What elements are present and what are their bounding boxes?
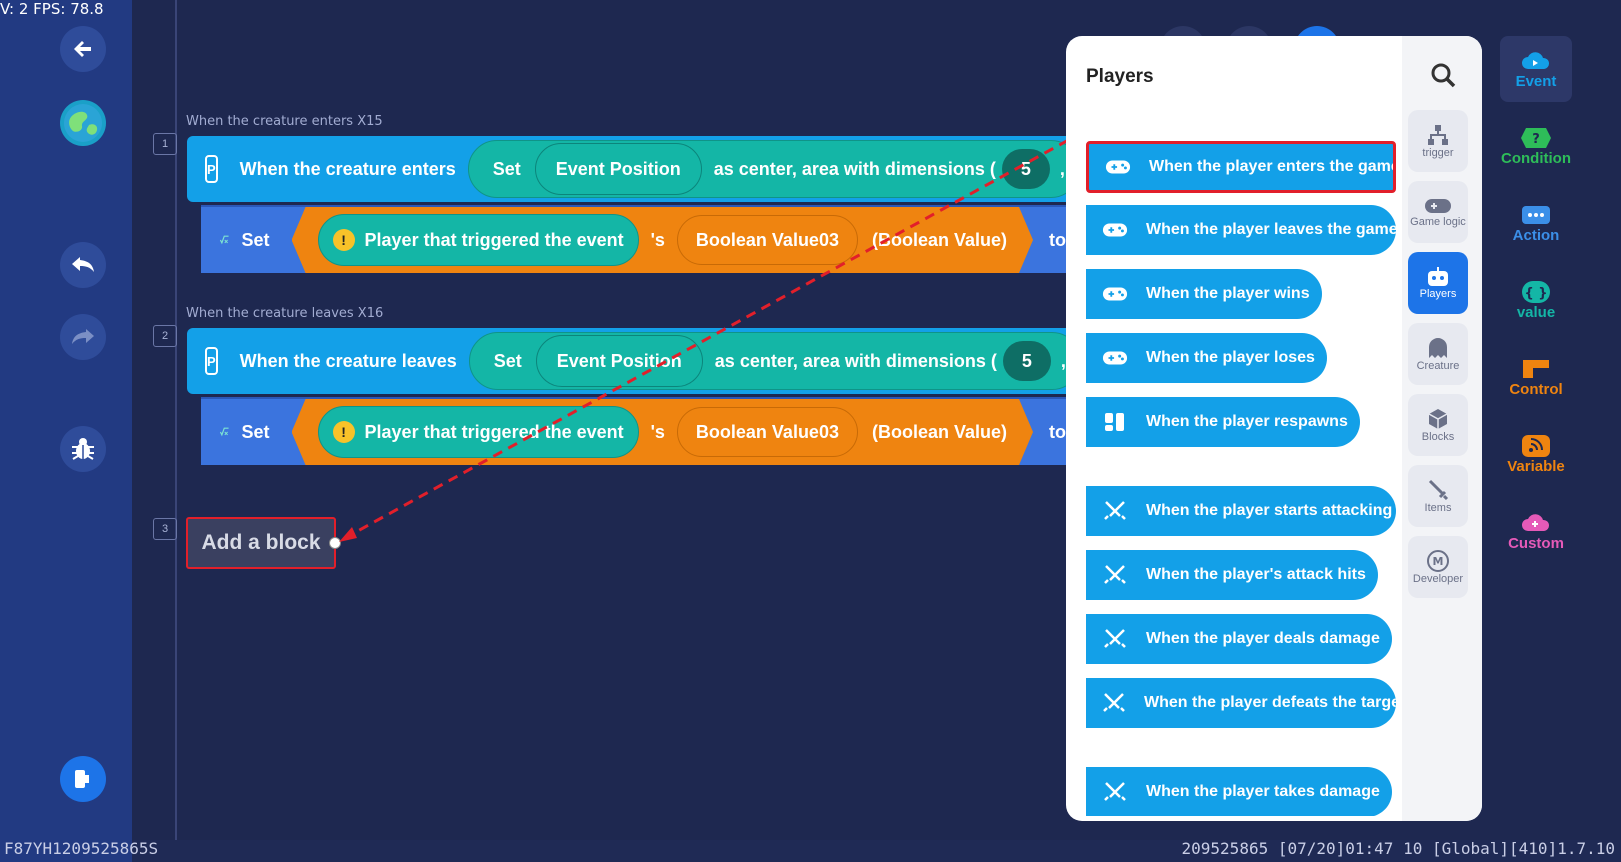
robot-icon bbox=[1428, 267, 1448, 286]
list-item[interactable]: When the player respawns bbox=[1086, 397, 1360, 447]
swords-icon bbox=[1104, 782, 1126, 801]
hierarchy-icon bbox=[1428, 125, 1448, 145]
gamepad-icon bbox=[1105, 160, 1131, 174]
list-item[interactable]: When the player loses bbox=[1086, 333, 1327, 383]
gamepad-icon bbox=[1102, 223, 1128, 237]
category-value[interactable]: { } value bbox=[1500, 267, 1572, 333]
search-icon[interactable] bbox=[1430, 62, 1456, 88]
subcat-developer[interactable]: M Developer bbox=[1408, 536, 1468, 598]
list-item[interactable]: When the player leaves the game bbox=[1086, 205, 1396, 255]
category-variable[interactable]: Variable bbox=[1500, 421, 1572, 487]
subcat-blocks[interactable]: Blocks bbox=[1408, 394, 1468, 456]
ghost-icon bbox=[1429, 338, 1447, 358]
developer-icon: M bbox=[1427, 550, 1449, 572]
swords-icon bbox=[1104, 501, 1126, 520]
subcat-trigger[interactable]: trigger bbox=[1408, 110, 1468, 172]
sub-category-rail: trigger Game logic Players Creature Bloc… bbox=[1402, 36, 1482, 821]
category-action[interactable]: Action bbox=[1500, 190, 1572, 256]
subcat-players[interactable]: Players bbox=[1408, 252, 1468, 314]
event-cloud-icon bbox=[1522, 51, 1550, 69]
subcat-game-logic[interactable]: Game logic bbox=[1408, 181, 1468, 243]
player-event-list[interactable]: When the player enters the game When the… bbox=[1086, 104, 1396, 816]
gamepad-icon bbox=[1425, 199, 1451, 213]
subcat-creature[interactable]: Creature bbox=[1408, 323, 1468, 385]
gamepad-icon bbox=[1102, 287, 1128, 301]
list-item[interactable]: When the player defeats the target bbox=[1086, 678, 1396, 728]
list-item[interactable]: When the player's attack hits bbox=[1086, 550, 1378, 600]
gamepad-icon bbox=[1102, 351, 1128, 365]
sword-icon bbox=[1428, 479, 1449, 501]
list-item[interactable]: When the player takes damage bbox=[1086, 767, 1392, 816]
build-info: 209525865 [07/20]01:47 10 [Global][410]1… bbox=[1181, 839, 1615, 858]
device-id: F87YH1209525865S bbox=[4, 839, 159, 858]
svg-text:{ }: { } bbox=[1524, 286, 1547, 301]
category-control[interactable]: Control bbox=[1500, 344, 1572, 410]
subcat-items[interactable]: Items bbox=[1408, 465, 1468, 527]
list-item[interactable]: When the player deals damage bbox=[1086, 614, 1392, 664]
cube-icon bbox=[1428, 409, 1448, 429]
players-panel: Players When the player enters the game … bbox=[1066, 36, 1482, 821]
rss-icon bbox=[1522, 434, 1550, 457]
swords-icon bbox=[1104, 629, 1126, 648]
panel-title: Players bbox=[1086, 66, 1154, 87]
braces-icon: { } bbox=[1522, 280, 1550, 303]
action-block-icon bbox=[1522, 205, 1550, 224]
custom-cloud-icon bbox=[1522, 513, 1550, 531]
category-event[interactable]: Event bbox=[1500, 36, 1572, 102]
control-icon bbox=[1523, 359, 1549, 378]
swords-icon bbox=[1104, 565, 1126, 584]
respawn-icon bbox=[1105, 413, 1124, 431]
svg-text:M: M bbox=[1433, 555, 1444, 568]
list-item[interactable]: When the player starts attacking bbox=[1086, 486, 1396, 536]
category-custom[interactable]: Custom bbox=[1500, 498, 1572, 564]
condition-hex-icon: ? bbox=[1521, 127, 1551, 148]
list-item[interactable]: When the player wins bbox=[1086, 269, 1322, 319]
svg-text:?: ? bbox=[1532, 132, 1540, 147]
category-condition[interactable]: ? Condition bbox=[1500, 113, 1572, 179]
swords-icon bbox=[1103, 693, 1125, 712]
list-item[interactable]: When the player enters the game bbox=[1086, 141, 1396, 193]
